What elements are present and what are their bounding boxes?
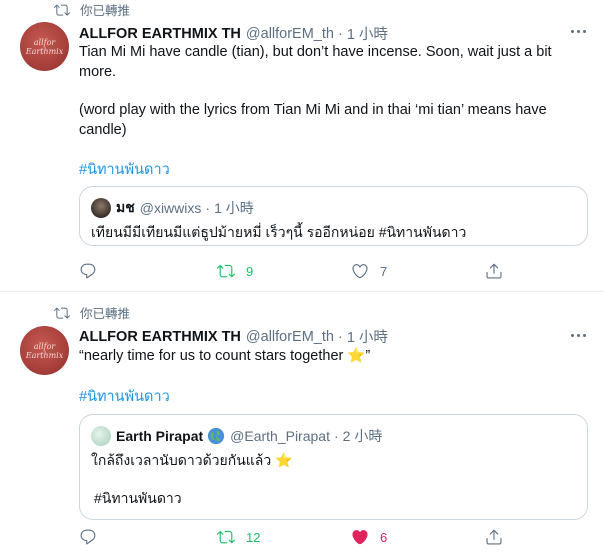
retweet-label: 你已轉推 xyxy=(80,307,131,321)
reply-button[interactable] xyxy=(79,262,108,280)
quote-author-handle: @Earth_Pirapat xyxy=(230,428,330,444)
reply-button[interactable] xyxy=(79,528,108,546)
quote-author-handle: @xiwwixs xyxy=(139,200,202,216)
retweet-icon xyxy=(54,307,70,319)
author-name[interactable]: ALLFOR EARTHMIX TH xyxy=(79,329,241,345)
quote-author-name: Earth Pirapat xyxy=(116,428,204,444)
quote-timestamp: 2 小時 xyxy=(342,428,383,444)
like-button[interactable]: 7 xyxy=(351,262,387,280)
share-button[interactable] xyxy=(485,528,503,546)
like-icon xyxy=(352,530,368,545)
tweet-text: “nearly time for us to count stars toget… xyxy=(79,348,371,364)
reply-icon xyxy=(80,529,96,545)
tweet[interactable]: 你已轉推 allfor Earthmix ALLFOR EARTHMIX TH @… xyxy=(0,0,604,292)
share-button[interactable] xyxy=(485,262,503,280)
retweet-label: 你已轉推 xyxy=(80,4,131,18)
avatar xyxy=(91,198,111,218)
quote-hashtag: #นิทานพันดาว xyxy=(94,490,182,506)
like-count: 6 xyxy=(380,529,388,545)
author-handle[interactable]: @allforEM_th xyxy=(246,329,334,345)
avatar[interactable]: allfor Earthmix xyxy=(20,326,69,375)
hashtag-link[interactable]: #นิทานพันดาว xyxy=(79,158,170,181)
verified-globe-icon xyxy=(208,427,225,445)
like-button[interactable]: 6 xyxy=(351,528,387,546)
retweet-context: 你已轉推 xyxy=(53,0,130,19)
quote-text: เทียนมีมีเทียนมีแต่ธูปม้ายหมี่ เร็วๆนี้ … xyxy=(91,224,467,240)
reply-icon xyxy=(80,263,96,279)
tweet-text: (word play with the lyrics from Tian Mi … xyxy=(79,102,547,138)
quote-author-name: มช xyxy=(116,199,135,215)
retweet-button[interactable]: 12 xyxy=(217,528,260,546)
retweet-icon xyxy=(54,4,70,16)
more-icon[interactable] xyxy=(571,334,586,337)
tweet-text: Tian Mi Mi have candle (tian), but don’t… xyxy=(79,44,552,80)
like-count: 7 xyxy=(380,263,388,279)
tweet-actions: 9 7 xyxy=(79,262,589,282)
retweet-button[interactable]: 9 xyxy=(217,262,253,280)
share-icon xyxy=(486,263,502,279)
quote-header: Earth Pirapat @Earth_Pirapat · 2 小時 xyxy=(91,426,382,446)
quote-text: ใกล้ถึงเวลานับดาวด้วยกันแล้ว ⭐ xyxy=(91,452,293,468)
timestamp[interactable]: 1 小時 xyxy=(347,23,388,44)
tweet-header: ALLFOR EARTHMIX TH @allforEM_th · 1 小時 xyxy=(79,23,388,44)
tweet-header: ALLFOR EARTHMIX TH @allforEM_th · 1 小時 xyxy=(79,326,388,347)
retweet-context: 你已轉推 xyxy=(53,303,130,322)
timestamp[interactable]: 1 小時 xyxy=(347,326,388,347)
hashtag-link[interactable]: #นิทานพันดาว xyxy=(79,385,170,408)
quoted-tweet[interactable]: มช @xiwwixs · 1 小時 เทียนมีมีเทียนมีแต่ธู… xyxy=(79,186,588,246)
avatar[interactable]: allfor Earthmix xyxy=(20,22,69,71)
share-icon xyxy=(486,529,502,545)
author-name[interactable]: ALLFOR EARTHMIX TH xyxy=(79,26,241,42)
tweet[interactable]: 你已轉推 allfor Earthmix ALLFOR EARTHMIX TH @… xyxy=(0,293,604,553)
avatar xyxy=(91,426,111,446)
author-handle[interactable]: @allforEM_th xyxy=(246,26,334,42)
quote-header: มช @xiwwixs · 1 小時 xyxy=(91,197,254,219)
tweet-actions: 12 6 xyxy=(79,528,589,548)
like-icon xyxy=(352,264,368,279)
avatar-logo: allfor Earthmix xyxy=(25,341,64,360)
avatar-logo: allfor Earthmix xyxy=(25,37,64,56)
retweet-count: 9 xyxy=(246,263,254,279)
quoted-tweet[interactable]: Earth Pirapat @Earth_Pirapat · 2 小時 ใกล้… xyxy=(79,414,588,520)
retweet-icon xyxy=(217,530,235,544)
quote-timestamp: 1 小時 xyxy=(214,200,254,216)
retweet-icon xyxy=(217,264,235,278)
more-icon[interactable] xyxy=(571,30,586,33)
retweet-count: 12 xyxy=(246,529,261,545)
